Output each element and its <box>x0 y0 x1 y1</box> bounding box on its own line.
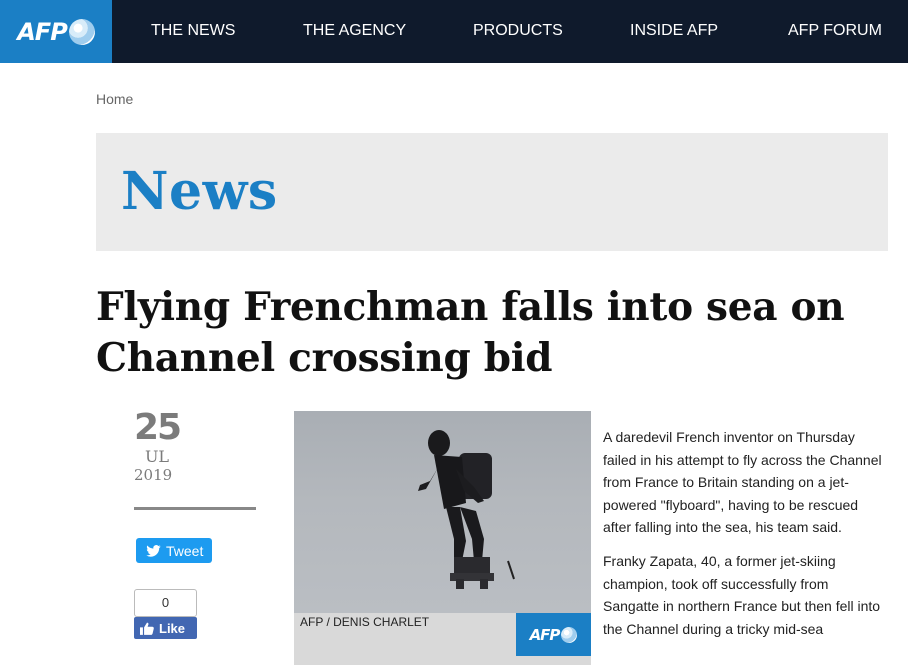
caption-logo-text: AFP <box>529 625 561 644</box>
date-month: UL <box>144 447 170 466</box>
flyboard-rider-illustration <box>418 430 515 589</box>
like-button[interactable]: Like <box>134 617 197 639</box>
nav-item-the-news[interactable]: THE NEWS <box>151 22 235 40</box>
article-paragraph: Franky Zapata, 40, a former jet-skiing c… <box>603 552 881 637</box>
section-banner: News <box>96 133 888 251</box>
breadcrumb-home-link[interactable]: Home <box>96 91 133 107</box>
article-photo <box>294 411 591 613</box>
nav-item-inside-afp[interactable]: INSIDE AFP <box>630 22 718 40</box>
logo-text: AFP <box>17 17 68 46</box>
article-headline: Flying Frenchman falls into sea on Chann… <box>96 284 845 381</box>
tweet-button[interactable]: Tweet <box>136 538 212 563</box>
article-paragraph: A daredevil French inventor on Thursday … <box>603 429 882 536</box>
section-title: News <box>121 161 278 222</box>
nav-item-products[interactable]: PRODUCTS <box>473 22 563 40</box>
article-body: A daredevil French inventor on Thursday … <box>603 426 887 651</box>
date-divider <box>134 507 256 510</box>
photo-credit: AFP / DENIS CHARLET <box>300 615 430 629</box>
afp-globe-icon <box>68 18 95 45</box>
twitter-bird-icon <box>146 544 161 557</box>
like-count: 0 <box>134 589 197 617</box>
like-label: Like <box>159 620 186 636</box>
nav-item-the-agency[interactable]: THE AGENCY <box>303 22 406 40</box>
nav-item-afp-forum[interactable]: AFP FORUM <box>788 22 882 40</box>
afp-globe-icon <box>561 626 578 643</box>
article-date: 25 UL 2019 <box>134 407 256 485</box>
tweet-label: Tweet <box>166 542 204 559</box>
top-navigation-bar: AFP THE NEWS THE AGENCY PRODUCTS INSIDE … <box>0 0 908 63</box>
thumbs-up-icon <box>140 622 154 635</box>
afp-caption-logo: AFP <box>516 613 591 656</box>
facebook-like-widget: 0 Like <box>134 589 197 639</box>
date-day: 25 <box>134 407 182 448</box>
photo-caption-bar: AFP / DENIS CHARLET AFP <box>294 613 591 665</box>
date-year: 2019 <box>134 466 173 484</box>
afp-logo[interactable]: AFP <box>0 0 112 63</box>
